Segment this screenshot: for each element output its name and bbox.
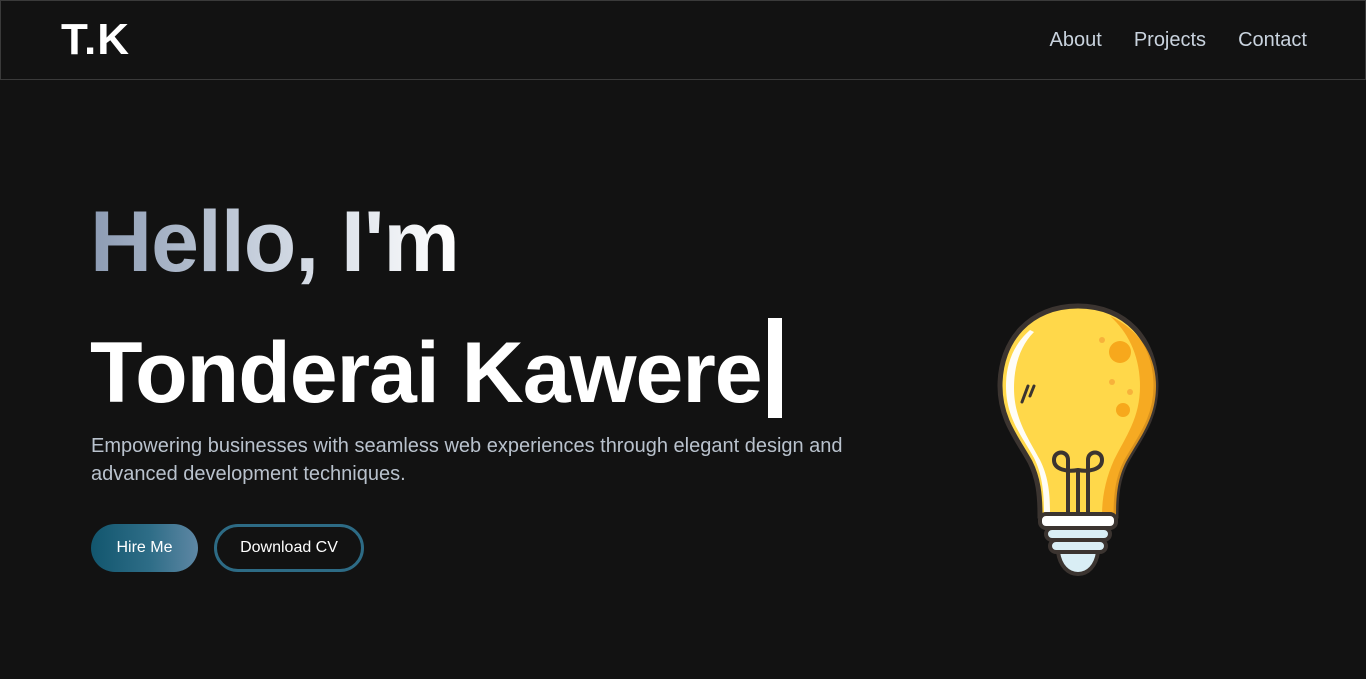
hero-greeting: Hello, I'm — [90, 194, 460, 290]
main-nav: About Projects Contact — [1050, 27, 1307, 53]
site-logo[interactable]: T.K — [61, 15, 130, 65]
nav-link-about[interactable]: About — [1050, 27, 1102, 53]
hire-me-button[interactable]: Hire Me — [91, 524, 198, 572]
nav-link-contact[interactable]: Contact — [1238, 27, 1307, 53]
typing-caret — [767, 318, 782, 418]
hero-name: Tonderai Kawere — [90, 318, 782, 421]
nav-link-projects[interactable]: Projects — [1134, 27, 1206, 53]
lightbulb-icon — [997, 303, 1159, 577]
hero-tagline: Empowering businesses with seamless web … — [91, 435, 843, 485]
hero-name-text: Tonderai Kawere — [90, 325, 763, 421]
top-navigation-bar: T.K About Projects Contact — [0, 0, 1366, 80]
download-cv-button[interactable]: Download CV — [214, 524, 364, 572]
